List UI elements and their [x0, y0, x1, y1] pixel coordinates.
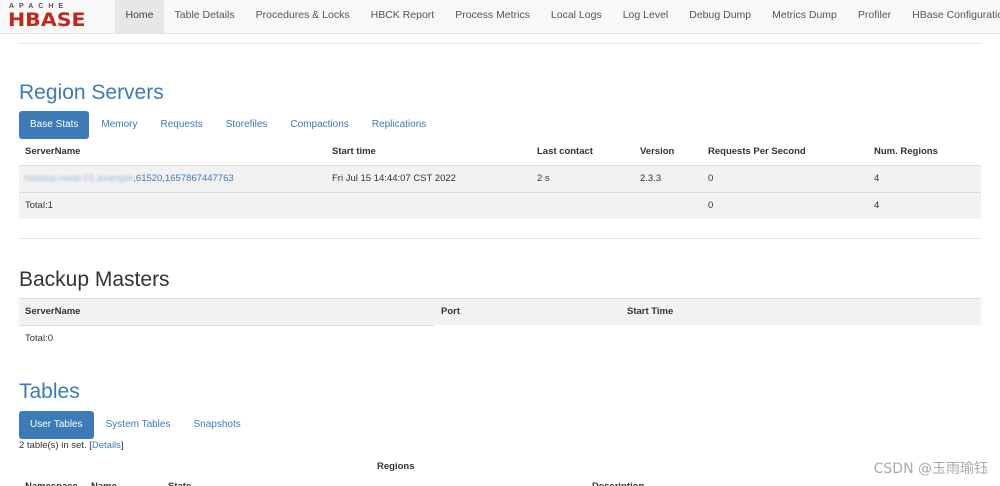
nav-table-details[interactable]: Table Details: [164, 0, 245, 33]
cell-rps: 0: [708, 173, 714, 184]
tab-memory[interactable]: Memory: [90, 111, 148, 139]
region-servers-header-row: ServerName Start time Last contact Versi…: [19, 139, 981, 165]
backup-masters-header-row: ServerName Port Start Time: [19, 299, 981, 325]
total-regions: 4: [874, 200, 880, 211]
main-nav: Home Table Details Procedures & Locks HB…: [115, 0, 1000, 33]
tab-base-stats[interactable]: Base Stats: [19, 111, 90, 139]
total-label: Total:0: [25, 333, 53, 344]
col-requests-per-second: Requests Per Second: [708, 146, 806, 157]
backup-masters-heading: Backup Masters: [19, 268, 170, 291]
top-navbar: APACHE HBASE Home Table Details Procedur…: [0, 0, 1000, 34]
total-rps: 0: [708, 200, 714, 211]
total-row: Total:1 0 4: [19, 193, 981, 219]
col-servername: ServerName: [25, 146, 81, 157]
col-regions-group: Regions: [377, 461, 415, 472]
nav-hbase-configuration[interactable]: HBase Configuration: [902, 0, 1000, 33]
nav-debug-dump[interactable]: Debug Dump: [679, 0, 762, 33]
nav-procedures-locks[interactable]: Procedures & Locks: [245, 0, 360, 33]
tab-storefiles[interactable]: Storefiles: [215, 111, 279, 139]
hbase-logo[interactable]: APACHE HBASE: [8, 3, 106, 31]
server-link-text: ,61520,1657867447763: [133, 173, 234, 184]
logo-hbase-text: HBASE: [8, 9, 86, 31]
details-link[interactable]: Details: [92, 440, 121, 451]
col-name: Name: [91, 474, 117, 486]
tables-summary-text: 2 table(s) in set. [: [19, 440, 92, 451]
redacted-host: hadoop-node-01.example: [25, 173, 134, 184]
tab-user-tables[interactable]: User Tables: [19, 411, 94, 439]
tables-tabs: User Tables System Tables Snapshots: [19, 411, 253, 439]
tab-snapshots[interactable]: Snapshots: [182, 411, 251, 439]
tables-summary: 2 table(s) in set. [Details]: [19, 440, 124, 451]
region-servers-tabs: Base Stats Memory Requests Storefiles Co…: [19, 111, 438, 139]
region-servers-heading: Region Servers: [19, 81, 164, 104]
backup-masters-total-row: Total:0: [19, 326, 981, 352]
tab-compactions[interactable]: Compactions: [279, 111, 359, 139]
nav-metrics-dump[interactable]: Metrics Dump: [762, 0, 848, 33]
divider: [19, 43, 981, 44]
tables-header-area: Regions Namespace Name State Description: [19, 460, 981, 486]
divider: [19, 238, 981, 239]
col-description: Description: [592, 474, 644, 486]
watermark: CSDN @玉雨瑜钰: [873, 461, 988, 477]
col-servername: ServerName: [25, 306, 81, 317]
nav-local-logs[interactable]: Local Logs: [540, 0, 612, 33]
col-num-regions: Num. Regions: [874, 146, 938, 157]
server-link[interactable]: hadoop-node-01.example,61520,16578674477…: [25, 166, 234, 192]
cell-start-time: Fri Jul 15 14:44:07 CST 2022: [332, 173, 456, 184]
col-last-contact: Last contact: [537, 146, 593, 157]
col-start-time: Start time: [332, 146, 376, 157]
nav-home[interactable]: Home: [115, 0, 165, 33]
col-start-time: Start Time: [627, 306, 674, 317]
tab-replications[interactable]: Replications: [361, 111, 437, 139]
nav-hbck-report[interactable]: HBCK Report: [360, 0, 445, 33]
total-label: Total:1: [25, 200, 53, 211]
nav-profiler[interactable]: Profiler: [847, 0, 901, 33]
nav-process-metrics[interactable]: Process Metrics: [445, 0, 541, 33]
tables-heading: Tables: [19, 380, 80, 403]
col-namespace: Namespace: [25, 474, 78, 486]
tables-summary-end: ]: [120, 440, 124, 451]
table-row: hadoop-node-01.example,61520,16578674477…: [19, 166, 981, 192]
col-state: State: [168, 474, 191, 486]
tab-system-tables[interactable]: System Tables: [95, 411, 182, 439]
nav-log-level[interactable]: Log Level: [612, 0, 679, 33]
cell-regions: 4: [874, 173, 880, 184]
col-version: Version: [640, 146, 675, 157]
cell-version: 2.3.3: [640, 173, 662, 184]
cell-last-contact: 2 s: [537, 173, 550, 184]
col-port: Port: [441, 306, 460, 317]
tab-requests[interactable]: Requests: [149, 111, 213, 139]
